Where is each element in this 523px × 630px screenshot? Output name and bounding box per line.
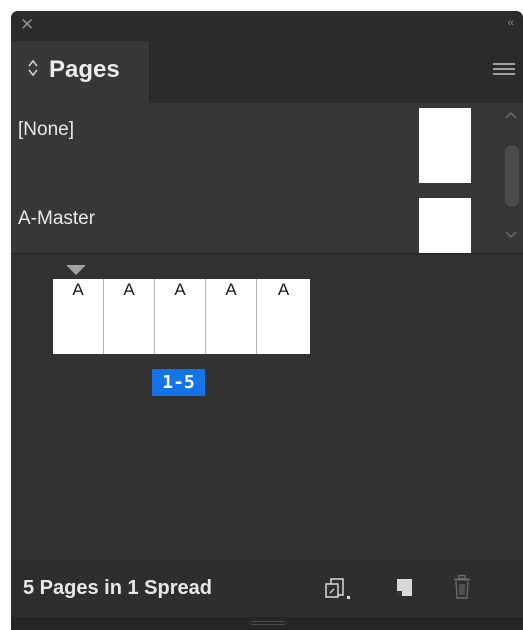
new-page-icon[interactable] bbox=[395, 577, 415, 599]
page-master-letter: A bbox=[72, 280, 84, 299]
master-thumbnail-a-master[interactable] bbox=[419, 198, 471, 253]
tab-pages[interactable]: Pages bbox=[11, 41, 150, 103]
page-thumbnail[interactable]: A bbox=[206, 279, 257, 354]
page-master-letter: A bbox=[174, 280, 186, 299]
panel-tabbar: Pages bbox=[11, 41, 523, 103]
grip-lines-icon bbox=[251, 621, 285, 627]
panel-footer: 5 Pages in 1 Spread bbox=[11, 560, 523, 617]
masters-list: [None] A-Master bbox=[11, 103, 523, 253]
master-item-none[interactable]: [None] bbox=[18, 118, 74, 142]
tab-label: Pages bbox=[49, 56, 120, 83]
close-icon[interactable]: ✕ bbox=[20, 15, 34, 35]
master-item-a-master[interactable]: A-Master bbox=[18, 207, 95, 231]
page-master-letter: A bbox=[123, 280, 135, 299]
status-text: 5 Pages in 1 Spread bbox=[23, 577, 212, 599]
panel-menu-button[interactable] bbox=[493, 63, 515, 79]
scroll-up-icon[interactable] bbox=[505, 111, 517, 119]
masters-scrollbar[interactable] bbox=[499, 103, 523, 253]
pages-area: A A A A A 1-5 bbox=[11, 255, 523, 560]
page-thumbnail[interactable]: A bbox=[155, 279, 206, 354]
hamburger-menu-icon bbox=[493, 63, 515, 65]
delete-page-icon[interactable] bbox=[452, 574, 472, 600]
resize-grip[interactable] bbox=[11, 617, 523, 630]
edit-page-size-icon[interactable] bbox=[323, 577, 353, 601]
spread-page-range-label[interactable]: 1-5 bbox=[152, 369, 205, 396]
master-thumbnail-none[interactable] bbox=[419, 108, 471, 183]
scroll-thumb[interactable] bbox=[505, 145, 519, 207]
page-thumbnail[interactable]: A bbox=[257, 279, 310, 354]
panel-titlebar: ✕ ‹‹ bbox=[11, 11, 523, 41]
page-master-letter: A bbox=[277, 280, 290, 299]
updown-arrows-icon bbox=[28, 59, 38, 77]
page-master-letter: A bbox=[225, 280, 237, 299]
page-thumbnail[interactable]: A bbox=[53, 279, 104, 354]
collapse-panel-icon[interactable]: ‹‹ bbox=[508, 17, 514, 29]
scroll-down-icon[interactable] bbox=[505, 231, 517, 239]
spread-indicator-icon bbox=[66, 265, 86, 275]
page-spread[interactable]: A A A A A bbox=[53, 279, 310, 354]
page-thumbnail[interactable]: A bbox=[104, 279, 155, 354]
pages-panel: ✕ ‹‹ Pages [None] A-Master A A A A A 1-5… bbox=[11, 11, 523, 630]
